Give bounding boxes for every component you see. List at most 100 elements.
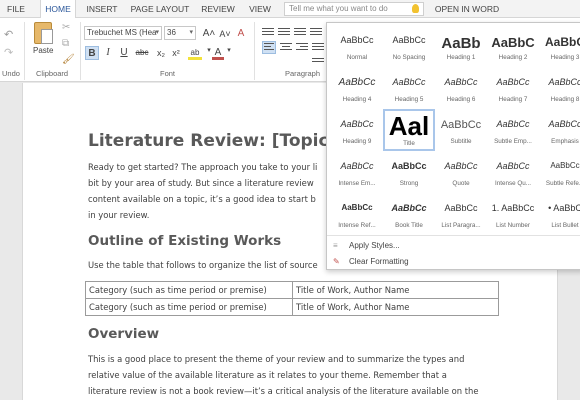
style-preview: AaBbCc (550, 161, 580, 170)
outline-heading[interactable]: Outline of Existing Works (88, 233, 281, 249)
style-label: No Spacing (392, 54, 426, 61)
style-preview: AaBbCc (496, 119, 530, 129)
style-item-heading-2[interactable]: AaBbC Heading 2 (487, 25, 539, 67)
table-cell[interactable]: Title of Work, Author Name (292, 298, 499, 316)
paste-icon[interactable] (34, 22, 53, 44)
style-item-normal[interactable]: AaBbCc Normal (331, 25, 383, 67)
format-painter-icon[interactable]: 🖌 (62, 54, 75, 65)
style-item-heading-6[interactable]: AaBbCc Heading 6 (435, 67, 487, 109)
style-item-emphasis[interactable]: AaBbCc Emphasis (539, 109, 580, 151)
font-color-button[interactable]: A (212, 46, 224, 60)
align-right-icon[interactable] (296, 43, 308, 53)
table-cell[interactable]: Category (such as time period or premise… (85, 298, 293, 316)
clear-formatting-button[interactable]: A (234, 27, 248, 41)
style-item-strong[interactable]: AaBbCc Strong (383, 151, 435, 193)
underline-button[interactable]: U (118, 46, 130, 60)
apply-styles-icon: ≡ (333, 241, 338, 250)
decrease-indent-icon[interactable] (294, 28, 306, 38)
overview-paragraph[interactable]: This is a good place to present the them… (88, 351, 500, 399)
tab-home[interactable]: HOME (40, 0, 76, 19)
grow-font-button[interactable]: A˄ (202, 27, 216, 41)
style-item-no-spacing[interactable]: AaBbCc No Spacing (383, 25, 435, 67)
style-preview: 1. AaBbCc (491, 203, 535, 213)
table-row: Category (such as time period or premise… (85, 281, 499, 299)
text-line: relative value of the available literatu… (88, 370, 447, 380)
italic-button[interactable]: I (102, 46, 114, 60)
paragraph-group-label: Paragraph (285, 69, 321, 78)
style-preview: AaBbCc (444, 161, 478, 171)
tell-me-search-box[interactable]: Tell me what you want to do (284, 2, 424, 16)
tab-file[interactable]: FILE (2, 0, 30, 18)
sources-table: Category (such as time period or premise… (85, 281, 499, 316)
highlight-button[interactable]: ab (188, 46, 202, 60)
copy-icon[interactable]: ⧉ (62, 38, 69, 49)
table-cell[interactable]: Title of Work, Author Name (292, 281, 499, 299)
style-item-heading-7[interactable]: AaBbCc Heading 7 (487, 67, 539, 109)
style-label: List Bullet (551, 222, 579, 229)
style-item-heading-5[interactable]: AaBbCc Heading 5 (383, 67, 435, 109)
style-label: Heading 3 (550, 54, 580, 61)
style-item-list-number[interactable]: 1. AaBbCc List Number (487, 193, 539, 235)
style-item-book-title[interactable]: AaBbCc Book Title (383, 193, 435, 235)
rtl-text-icon[interactable] (312, 58, 324, 68)
shrink-font-button[interactable]: A˅ (218, 27, 232, 41)
bullets-icon[interactable] (262, 28, 274, 38)
style-item-heading-1[interactable]: AaBb Heading 1 (435, 25, 487, 67)
numbering-icon[interactable] (278, 28, 290, 38)
style-label: List Paragra... (441, 222, 481, 229)
style-item-heading-8[interactable]: AaBbCc Heading 8 (539, 67, 580, 109)
style-item-heading-3[interactable]: AaBbC Heading 3 (539, 25, 580, 67)
styles-gallery-dropdown: • AaBbC List Bullet 1. AaBbCc List Number Aa… (326, 22, 580, 270)
style-item-subtitle[interactable]: AaBbCc Subtitle (435, 109, 487, 151)
overview-heading[interactable]: Overview (88, 326, 159, 342)
increase-indent-icon[interactable] (310, 28, 322, 38)
style-item-intense-em[interactable]: AaBbCc Intense Em... (331, 151, 383, 193)
undo-icon[interactable]: ↶ (4, 28, 13, 41)
redo-icon[interactable]: ↷ (4, 46, 13, 59)
font-name-select[interactable]: Trebuchet MS (Hea ▾ (84, 26, 162, 40)
tab-view[interactable]: VIEW (244, 0, 276, 18)
align-center-icon[interactable] (280, 43, 292, 53)
table-cell[interactable]: Category (such as time period or premise… (85, 281, 293, 299)
bold-button[interactable]: B (85, 46, 99, 60)
style-label: Subtle Emp... (494, 138, 532, 145)
style-item-title[interactable]: Aal Title (383, 109, 435, 151)
apply-styles-item[interactable]: ≡ Apply Styles... (333, 238, 400, 254)
style-item-intense-qu[interactable]: AaBbCc Intense Qu... (487, 151, 539, 193)
font-name-value: Trebuchet MS (Hea (87, 28, 157, 37)
document-title[interactable]: Literature Review: [Topic] (88, 131, 336, 151)
style-preview: AaBbCc (392, 77, 426, 87)
ribbon-divider (80, 22, 81, 80)
eraser-icon: ✎ (333, 257, 340, 266)
undo-group-label: Undo (2, 69, 20, 78)
style-item-subtle-emp[interactable]: AaBbCc Subtle Emp... (487, 109, 539, 151)
subscript-button[interactable]: x₂ (155, 46, 167, 60)
tab-insert[interactable]: INSERT (82, 0, 122, 18)
style-item-quote[interactable]: AaBbCc Quote (435, 151, 487, 193)
style-item-list-paragra[interactable]: AaBbCc List Paragra... (435, 193, 487, 235)
style-label: Subtitle (450, 138, 472, 145)
style-preview: AaBbCc (391, 161, 427, 171)
superscript-button[interactable]: x² (170, 46, 182, 60)
tab-review[interactable]: REVIEW (198, 0, 238, 18)
style-label: Subtle Refe... (545, 180, 580, 187)
style-item-subtle-refe[interactable]: AaBbCc Subtle Refe... (539, 151, 580, 193)
chevron-down-icon[interactable]: ▾ (226, 44, 232, 58)
tab-page-layout[interactable]: PAGE LAYOUT (128, 0, 192, 18)
font-size-select[interactable]: 36 ▾ (164, 26, 196, 40)
style-item-intense-ref[interactable]: AaBbCc Intense Ref... (331, 193, 383, 235)
clear-formatting-item[interactable]: ✎ Clear Formatting (333, 254, 409, 269)
apply-styles-label: Apply Styles... (349, 241, 400, 250)
open-in-word-button[interactable]: OPEN IN WORD (432, 0, 502, 18)
style-preview: • AaBbC (548, 203, 580, 213)
style-item-heading-9[interactable]: AaBbCc Heading 9 (331, 109, 383, 151)
style-preview: AaBbCc (391, 203, 427, 213)
strikethrough-button[interactable]: abc (133, 46, 151, 60)
style-item-heading-4[interactable]: AaBbCc Heading 4 (331, 67, 383, 109)
align-left-icon[interactable] (262, 41, 276, 54)
style-item-list-bullet[interactable]: • AaBbC List Bullet (539, 193, 580, 235)
justify-icon[interactable] (312, 43, 324, 53)
style-label: Normal (346, 54, 368, 61)
cut-icon[interactable]: ✂ (62, 22, 70, 33)
paste-button-label[interactable]: Paste (33, 46, 53, 55)
